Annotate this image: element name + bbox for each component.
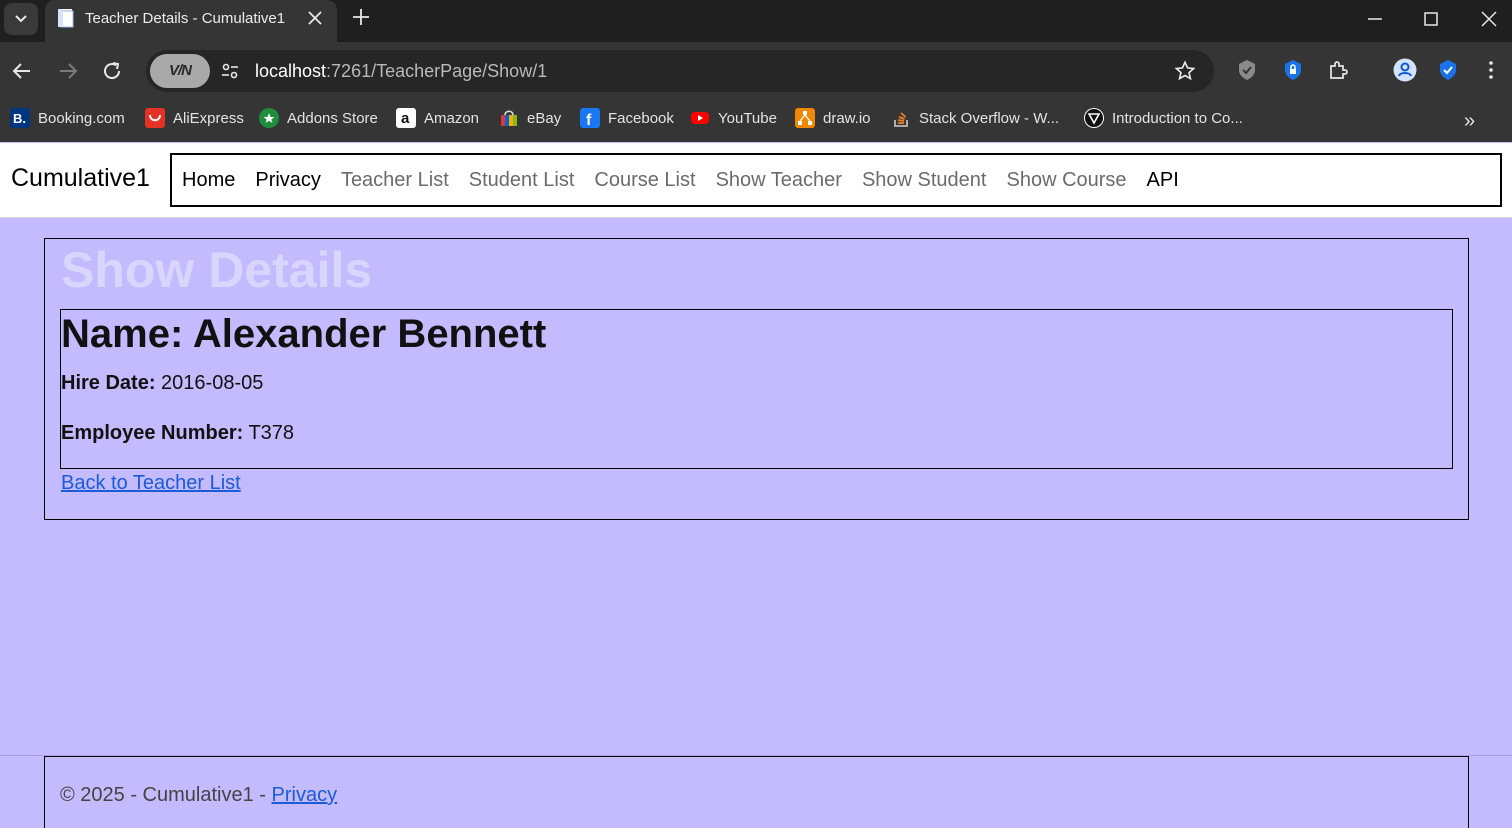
- bookmark-introduction[interactable]: Introduction to Co...: [1084, 108, 1243, 128]
- nav-course-list[interactable]: Course List: [594, 169, 695, 192]
- profile-avatar-icon[interactable]: [1393, 58, 1417, 82]
- bookmark-label: YouTube: [718, 109, 777, 127]
- nav-privacy[interactable]: Privacy: [255, 169, 321, 192]
- nav-show-course[interactable]: Show Course: [1006, 169, 1126, 192]
- nav-api[interactable]: API: [1147, 169, 1179, 192]
- nav-student-list[interactable]: Student List: [469, 169, 575, 192]
- stackoverflow-icon: [891, 108, 911, 128]
- browser-toolbar: V/N localhost:7261/TeacherPage/Show/1: [0, 42, 1512, 100]
- bookmark-label: Booking.com: [38, 109, 125, 127]
- svg-text:a: a: [401, 110, 410, 127]
- site-footer: © 2025 - Cumulative1 - Privacy: [44, 756, 1469, 828]
- url-text[interactable]: localhost:7261/TeacherPage/Show/1: [255, 61, 547, 82]
- footer-privacy-link[interactable]: Privacy: [272, 784, 338, 806]
- bookmark-label: eBay: [527, 109, 562, 127]
- more-menu-icon[interactable]: [1479, 58, 1503, 82]
- nav-home[interactable]: Home: [182, 169, 235, 192]
- bookmark-star-icon[interactable]: [1174, 60, 1196, 82]
- forward-arrow-icon[interactable]: [56, 59, 80, 83]
- main-container: Show Details Name: Alexander Bennett Hir…: [44, 238, 1469, 520]
- bookmark-label: Amazon: [424, 109, 480, 127]
- extensions-puzzle-icon[interactable]: [1326, 58, 1350, 82]
- active-tab[interactable]: Teacher Details - Cumulative1: [45, 0, 337, 42]
- url-path: :7261/TeacherPage/Show/1: [326, 61, 548, 81]
- nav-show-teacher[interactable]: Show Teacher: [716, 169, 842, 192]
- hire-date-row: Hire Date: 2016-08-05: [61, 372, 263, 395]
- employee-number-value: T378: [248, 422, 295, 444]
- reload-icon[interactable]: [100, 59, 124, 83]
- tab-title: Teacher Details - Cumulative1: [85, 10, 286, 27]
- main-nav: Home Privacy Teacher List Student List C…: [170, 153, 1502, 207]
- bookmark-label: Stack Overflow - W...: [919, 109, 1060, 127]
- ebay-icon: [499, 108, 519, 128]
- bookmark-label: AliExpress: [173, 109, 244, 127]
- aliexpress-icon: [145, 108, 165, 128]
- maximize-icon[interactable]: [1422, 10, 1440, 28]
- booking-icon: B.: [10, 108, 30, 128]
- bookmark-aliexpress[interactable]: AliExpress: [145, 108, 244, 128]
- back-arrow-icon[interactable]: [10, 59, 34, 83]
- page-title: Show Details: [61, 242, 373, 298]
- security-shield-icon[interactable]: [1436, 58, 1460, 82]
- back-to-teacher-list-link[interactable]: Back to Teacher List: [61, 472, 241, 495]
- bookmark-label: draw.io: [823, 109, 871, 127]
- teacher-details-card: Name: Alexander Bennett Hire Date: 2016-…: [60, 309, 1453, 469]
- bookmark-amazon[interactable]: a Amazon: [396, 108, 479, 128]
- bookmark-addons-store[interactable]: Addons Store: [259, 108, 378, 128]
- site-header: Cumulative1 Home Privacy Teacher List St…: [0, 143, 1512, 218]
- url-host: localhost: [255, 61, 327, 81]
- bookmark-facebook[interactable]: f Facebook: [580, 108, 674, 129]
- footer-text: © 2025 - Cumulative1 - Privacy: [60, 784, 337, 807]
- bookmark-ebay[interactable]: eBay: [499, 108, 561, 128]
- nav-show-student[interactable]: Show Student: [862, 169, 987, 192]
- copyright-text: © 2025 - Cumulative1 -: [60, 784, 272, 806]
- employee-number-label: Employee Number:: [61, 422, 244, 444]
- bookmark-label: Introduction to Co...: [1112, 109, 1243, 127]
- introduction-icon: [1084, 108, 1104, 128]
- facebook-icon: f: [580, 108, 600, 129]
- bookmark-label: Facebook: [608, 109, 674, 127]
- youtube-icon: [690, 108, 710, 128]
- close-icon[interactable]: [307, 10, 323, 26]
- password-manager-icon[interactable]: [1281, 58, 1305, 82]
- drawio-icon: [795, 108, 815, 128]
- bookmark-youtube[interactable]: YouTube: [690, 108, 777, 128]
- svg-text:f: f: [586, 112, 592, 128]
- shield-extension-icon[interactable]: [1235, 58, 1259, 82]
- hire-date-label: Hire Date:: [61, 372, 156, 394]
- site-brand[interactable]: Cumulative1: [11, 164, 150, 193]
- amazon-icon: a: [396, 108, 416, 128]
- bookmark-booking[interactable]: B. Booking.com: [10, 108, 125, 128]
- more-bookmarks-chevron-icon[interactable]: »: [1464, 110, 1475, 133]
- svg-text:B.: B.: [13, 111, 26, 126]
- bookmark-label: Addons Store: [287, 109, 378, 127]
- employee-number-row: Employee Number: T378: [61, 422, 294, 445]
- page-favicon-icon: [58, 9, 74, 28]
- bookmark-stackoverflow[interactable]: Stack Overflow - W...: [891, 108, 1059, 128]
- hire-date-value: 2016-08-05: [161, 372, 264, 394]
- vpn-badge[interactable]: V/N: [150, 54, 210, 88]
- address-bar[interactable]: V/N localhost:7261/TeacherPage/Show/1: [146, 50, 1214, 92]
- window-close-icon[interactable]: [1480, 10, 1498, 28]
- site-settings-icon[interactable]: [220, 61, 240, 81]
- addons-store-icon: [259, 108, 279, 128]
- minimize-icon[interactable]: [1366, 10, 1384, 28]
- bookmarks-bar: B. Booking.com AliExpress Addons Store a…: [0, 100, 1512, 142]
- bookmark-drawio[interactable]: draw.io: [795, 108, 871, 128]
- new-tab-icon[interactable]: [352, 8, 370, 26]
- nav-teacher-list[interactable]: Teacher List: [341, 169, 449, 192]
- teacher-name: Name: Alexander Bennett: [61, 312, 547, 356]
- chevron-down-icon: [15, 15, 27, 23]
- tab-search-button[interactable]: [4, 3, 38, 35]
- browser-tab-bar: Teacher Details - Cumulative1: [0, 0, 1512, 42]
